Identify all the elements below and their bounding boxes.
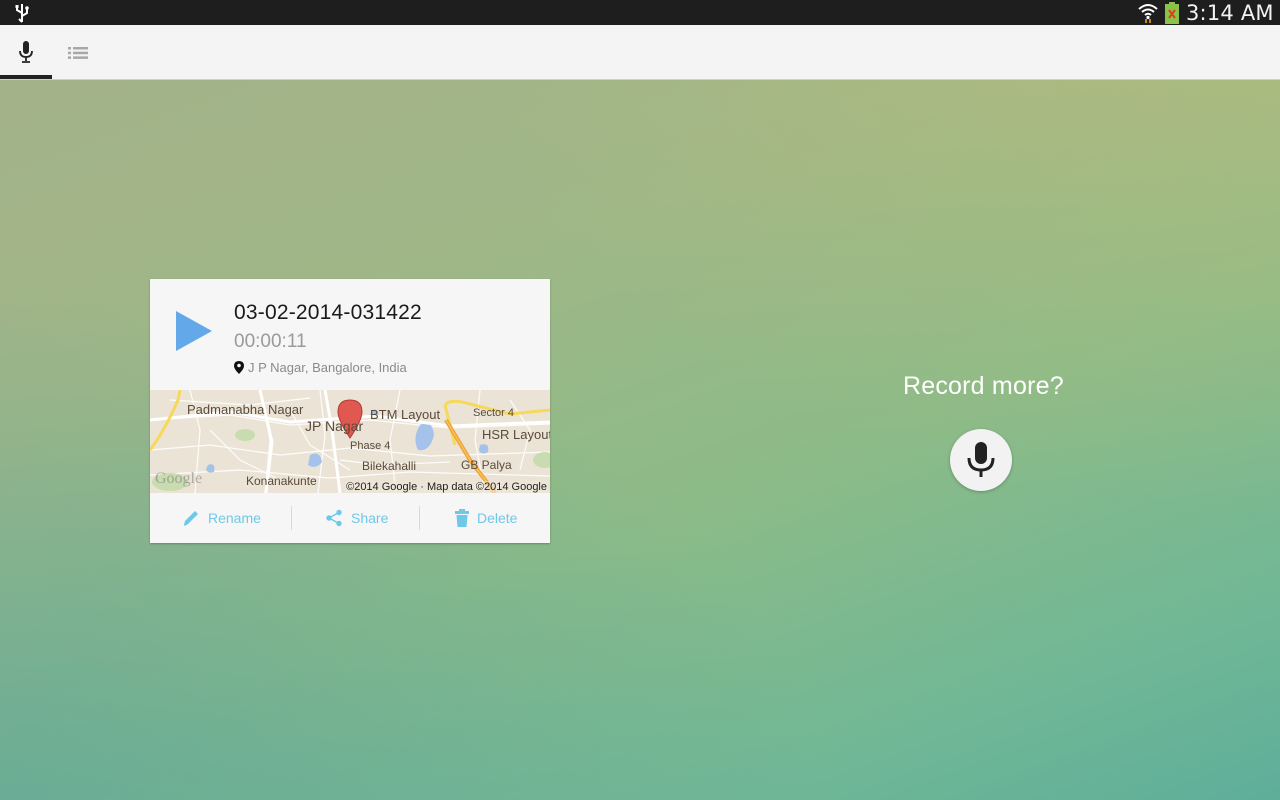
map-label-jp-nagar: JP Nagar (305, 418, 364, 434)
map-copyright: ©2014 Google · Map data ©2014 Google (345, 481, 548, 493)
map-label-phase-4: Phase 4 (350, 440, 391, 452)
tab-record[interactable] (0, 25, 52, 79)
map-label-gb-palya: GB Palya (461, 458, 512, 472)
battery-icon (1165, 2, 1179, 24)
action-divider (419, 506, 420, 530)
tab-recordings-list[interactable] (52, 25, 104, 79)
recording-title: 03-02-2014-031422 (234, 301, 422, 324)
microphone-icon (967, 442, 995, 477)
recording-location: J P Nagar, Bangalore, India (234, 360, 407, 375)
recording-duration: 00:00:11 (234, 331, 307, 352)
clock: 3:14 AM (1186, 1, 1274, 25)
location-pin-icon (234, 361, 244, 374)
delete-label: Delete (477, 510, 518, 526)
rename-label: Rename (208, 510, 261, 526)
tab-selected-indicator (0, 75, 52, 79)
card-actions: Rename Share Delete (150, 493, 550, 543)
map-label-bilekahalli: Bilekahalli (362, 459, 417, 473)
google-logo: Google (155, 470, 203, 487)
usb-icon (15, 4, 29, 23)
share-label: Share (351, 510, 389, 526)
action-divider (291, 506, 292, 530)
trash-icon (455, 509, 469, 527)
location-text: J P Nagar, Bangalore, India (248, 360, 407, 375)
play-icon[interactable] (174, 309, 214, 353)
map-label-padmanabha-nagar: Padmanabha Nagar (187, 402, 304, 417)
record-more-prompt: Record more? (903, 372, 1064, 400)
tab-bar (0, 25, 1280, 80)
list-icon (68, 47, 88, 59)
map-label-sector-4: Sector 4 (473, 407, 514, 419)
status-bar: 3:14 AM (0, 0, 1280, 25)
recording-card[interactable]: 03-02-2014-031422 00:00:11 J P Nagar, Ba… (150, 279, 550, 543)
record-button[interactable] (950, 429, 1012, 491)
location-map[interactable]: Padmanabha Nagar BTM Layout Sector 4 JP … (150, 390, 550, 493)
map-label-btm-layout: BTM Layout (370, 407, 441, 422)
share-button[interactable]: Share (325, 493, 388, 543)
map-label-hsr-layout: HSR Layout (482, 427, 550, 442)
rename-button[interactable]: Rename (182, 493, 261, 543)
map-label-konanakunte: Konanakunte (246, 474, 317, 488)
microphone-icon (19, 41, 33, 63)
share-icon (326, 509, 342, 527)
delete-button[interactable]: Delete (455, 493, 517, 543)
pencil-icon (183, 511, 198, 526)
wifi-icon (1138, 4, 1158, 23)
